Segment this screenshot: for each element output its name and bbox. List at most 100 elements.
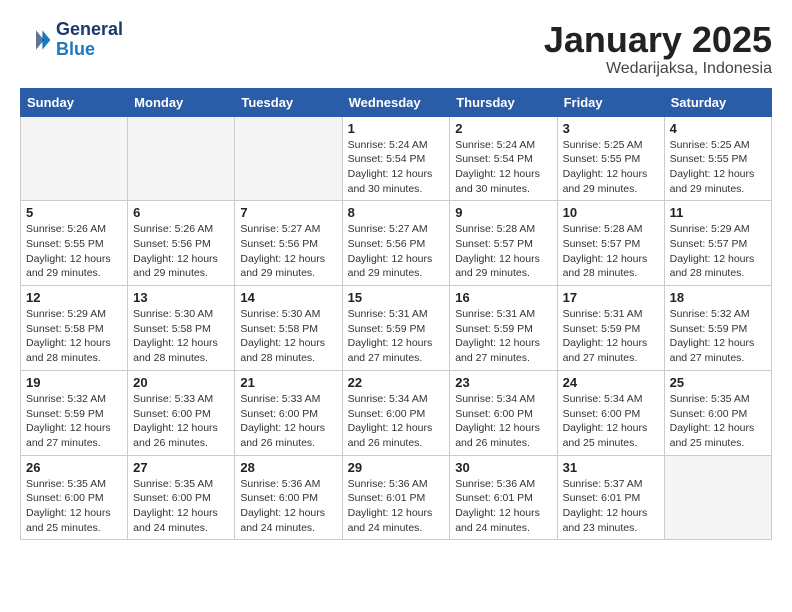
- calendar-cell: 17 Sunrise: 5:31 AM Sunset: 5:59 PM Dayli…: [557, 286, 664, 371]
- calendar-cell: 20 Sunrise: 5:33 AM Sunset: 6:00 PM Dayli…: [128, 370, 235, 455]
- day-number: 22: [348, 375, 445, 390]
- calendar-cell: 1Sunrise: 5:24 AM Sunset: 5:54 PM Daylig…: [342, 116, 450, 201]
- weekday-header-tuesday: Tuesday: [235, 88, 342, 116]
- calendar-cell: 27 Sunrise: 5:35 AM Sunset: 6:00 PM Dayli…: [128, 455, 235, 540]
- logo: General Blue: [20, 20, 123, 60]
- day-info: Sunrise: 5:35 AM Sunset: 6:00 PM Dayligh…: [133, 477, 229, 536]
- day-number: 31: [563, 460, 659, 475]
- day-info: Sunrise: 5:25 AM Sunset: 5:55 PM Dayligh…: [563, 138, 659, 197]
- day-number: 15: [348, 290, 445, 305]
- calendar-cell: 31 Sunrise: 5:37 AM Sunset: 6:01 PM Dayli…: [557, 455, 664, 540]
- day-info: Sunrise: 5:36 AM Sunset: 6:00 PM Dayligh…: [240, 477, 336, 536]
- calendar-title: January 2025: [544, 20, 772, 60]
- day-number: 4: [670, 121, 766, 136]
- day-number: 12: [26, 290, 122, 305]
- day-number: 30: [455, 460, 551, 475]
- calendar-cell: 8Sunrise: 5:27 AM Sunset: 5:56 PM Daylig…: [342, 201, 450, 286]
- day-info: Sunrise: 5:35 AM Sunset: 6:00 PM Dayligh…: [26, 477, 122, 536]
- logo-icon: [20, 24, 52, 56]
- day-number: 28: [240, 460, 336, 475]
- day-info: Sunrise: 5:36 AM Sunset: 6:01 PM Dayligh…: [455, 477, 551, 536]
- day-number: 19: [26, 375, 122, 390]
- calendar-cell: 22 Sunrise: 5:34 AM Sunset: 6:00 PM Dayli…: [342, 370, 450, 455]
- calendar-cell: 11Sunrise: 5:29 AM Sunset: 5:57 PM Dayli…: [664, 201, 771, 286]
- day-info: Sunrise: 5:33 AM Sunset: 6:00 PM Dayligh…: [240, 392, 336, 451]
- day-number: 16: [455, 290, 551, 305]
- day-info: Sunrise: 5:33 AM Sunset: 6:00 PM Dayligh…: [133, 392, 229, 451]
- day-number: 5: [26, 205, 122, 220]
- calendar-cell: 18Sunrise: 5:32 AM Sunset: 5:59 PM Dayli…: [664, 286, 771, 371]
- day-info: Sunrise: 5:29 AM Sunset: 5:57 PM Dayligh…: [670, 222, 766, 281]
- day-number: 9: [455, 205, 551, 220]
- week-row-3: 12 Sunrise: 5:29 AM Sunset: 5:58 PM Dayli…: [21, 286, 772, 371]
- day-number: 13: [133, 290, 229, 305]
- calendar-cell: 2Sunrise: 5:24 AM Sunset: 5:54 PM Daylig…: [450, 116, 557, 201]
- day-number: 8: [348, 205, 445, 220]
- calendar-cell: 16 Sunrise: 5:31 AM Sunset: 5:59 PM Dayli…: [450, 286, 557, 371]
- day-info: Sunrise: 5:30 AM Sunset: 5:58 PM Dayligh…: [240, 307, 336, 366]
- day-number: 14: [240, 290, 336, 305]
- day-number: 29: [348, 460, 445, 475]
- day-number: 1: [348, 121, 445, 136]
- calendar-subtitle: Wedarijaksa, Indonesia: [544, 60, 772, 78]
- day-info: Sunrise: 5:31 AM Sunset: 5:59 PM Dayligh…: [563, 307, 659, 366]
- day-info: Sunrise: 5:34 AM Sunset: 6:00 PM Dayligh…: [455, 392, 551, 451]
- day-info: Sunrise: 5:26 AM Sunset: 5:55 PM Dayligh…: [26, 222, 122, 281]
- day-number: 20: [133, 375, 229, 390]
- calendar-cell: [664, 455, 771, 540]
- calendar-cell: 9Sunrise: 5:28 AM Sunset: 5:57 PM Daylig…: [450, 201, 557, 286]
- page-header: General Blue January 2025 Wedarijaksa, I…: [20, 20, 772, 78]
- weekday-header-friday: Friday: [557, 88, 664, 116]
- day-info: Sunrise: 5:29 AM Sunset: 5:58 PM Dayligh…: [26, 307, 122, 366]
- calendar-cell: 5 Sunrise: 5:26 AM Sunset: 5:55 PM Daylig…: [21, 201, 128, 286]
- calendar-cell: 4 Sunrise: 5:25 AM Sunset: 5:55 PM Daylig…: [664, 116, 771, 201]
- week-row-4: 19Sunrise: 5:32 AM Sunset: 5:59 PM Dayli…: [21, 370, 772, 455]
- calendar-cell: 19Sunrise: 5:32 AM Sunset: 5:59 PM Dayli…: [21, 370, 128, 455]
- day-info: Sunrise: 5:34 AM Sunset: 6:00 PM Dayligh…: [348, 392, 445, 451]
- day-info: Sunrise: 5:35 AM Sunset: 6:00 PM Dayligh…: [670, 392, 766, 451]
- day-info: Sunrise: 5:31 AM Sunset: 5:59 PM Dayligh…: [455, 307, 551, 366]
- day-number: 23: [455, 375, 551, 390]
- day-info: Sunrise: 5:26 AM Sunset: 5:56 PM Dayligh…: [133, 222, 229, 281]
- calendar-cell: 26Sunrise: 5:35 AM Sunset: 6:00 PM Dayli…: [21, 455, 128, 540]
- day-number: 7: [240, 205, 336, 220]
- calendar-cell: 3 Sunrise: 5:25 AM Sunset: 5:55 PM Daylig…: [557, 116, 664, 201]
- calendar-cell: 24 Sunrise: 5:34 AM Sunset: 6:00 PM Dayli…: [557, 370, 664, 455]
- calendar-cell: 12 Sunrise: 5:29 AM Sunset: 5:58 PM Dayli…: [21, 286, 128, 371]
- day-info: Sunrise: 5:28 AM Sunset: 5:57 PM Dayligh…: [563, 222, 659, 281]
- calendar-cell: 28 Sunrise: 5:36 AM Sunset: 6:00 PM Dayli…: [235, 455, 342, 540]
- day-number: 24: [563, 375, 659, 390]
- day-info: Sunrise: 5:24 AM Sunset: 5:54 PM Dayligh…: [455, 138, 551, 197]
- day-info: Sunrise: 5:36 AM Sunset: 6:01 PM Dayligh…: [348, 477, 445, 536]
- calendar-cell: 7 Sunrise: 5:27 AM Sunset: 5:56 PM Daylig…: [235, 201, 342, 286]
- day-number: 21: [240, 375, 336, 390]
- calendar-cell: 29 Sunrise: 5:36 AM Sunset: 6:01 PM Dayli…: [342, 455, 450, 540]
- day-info: Sunrise: 5:27 AM Sunset: 5:56 PM Dayligh…: [240, 222, 336, 281]
- day-number: 27: [133, 460, 229, 475]
- weekday-header-row: SundayMondayTuesdayWednesdayThursdayFrid…: [21, 88, 772, 116]
- calendar-cell: [21, 116, 128, 201]
- calendar-cell: 6 Sunrise: 5:26 AM Sunset: 5:56 PM Daylig…: [128, 201, 235, 286]
- calendar-cell: 23 Sunrise: 5:34 AM Sunset: 6:00 PM Dayli…: [450, 370, 557, 455]
- weekday-header-thursday: Thursday: [450, 88, 557, 116]
- day-number: 3: [563, 121, 659, 136]
- day-number: 6: [133, 205, 229, 220]
- day-number: 25: [670, 375, 766, 390]
- weekday-header-saturday: Saturday: [664, 88, 771, 116]
- weekday-header-monday: Monday: [128, 88, 235, 116]
- calendar-cell: [128, 116, 235, 201]
- week-row-1: 1 Sunrise: 5:24 AM Sunset: 5:54 PM Daylig…: [21, 116, 772, 201]
- day-info: Sunrise: 5:30 AM Sunset: 5:58 PM Dayligh…: [133, 307, 229, 366]
- calendar-cell: 25 Sunrise: 5:35 AM Sunset: 6:00 PM Dayli…: [664, 370, 771, 455]
- day-number: 17: [563, 290, 659, 305]
- day-info: Sunrise: 5:37 AM Sunset: 6:01 PM Dayligh…: [563, 477, 659, 536]
- week-row-2: 5 Sunrise: 5:26 AM Sunset: 5:55 PM Daylig…: [21, 201, 772, 286]
- day-number: 10: [563, 205, 659, 220]
- logo-text: General Blue: [56, 20, 123, 60]
- day-info: Sunrise: 5:25 AM Sunset: 5:55 PM Dayligh…: [670, 138, 766, 197]
- calendar-cell: [235, 116, 342, 201]
- calendar-cell: 13 Sunrise: 5:30 AM Sunset: 5:58 PM Dayli…: [128, 286, 235, 371]
- calendar-cell: 10 Sunrise: 5:28 AM Sunset: 5:57 PM Dayli…: [557, 201, 664, 286]
- weekday-header-wednesday: Wednesday: [342, 88, 450, 116]
- day-info: Sunrise: 5:34 AM Sunset: 6:00 PM Dayligh…: [563, 392, 659, 451]
